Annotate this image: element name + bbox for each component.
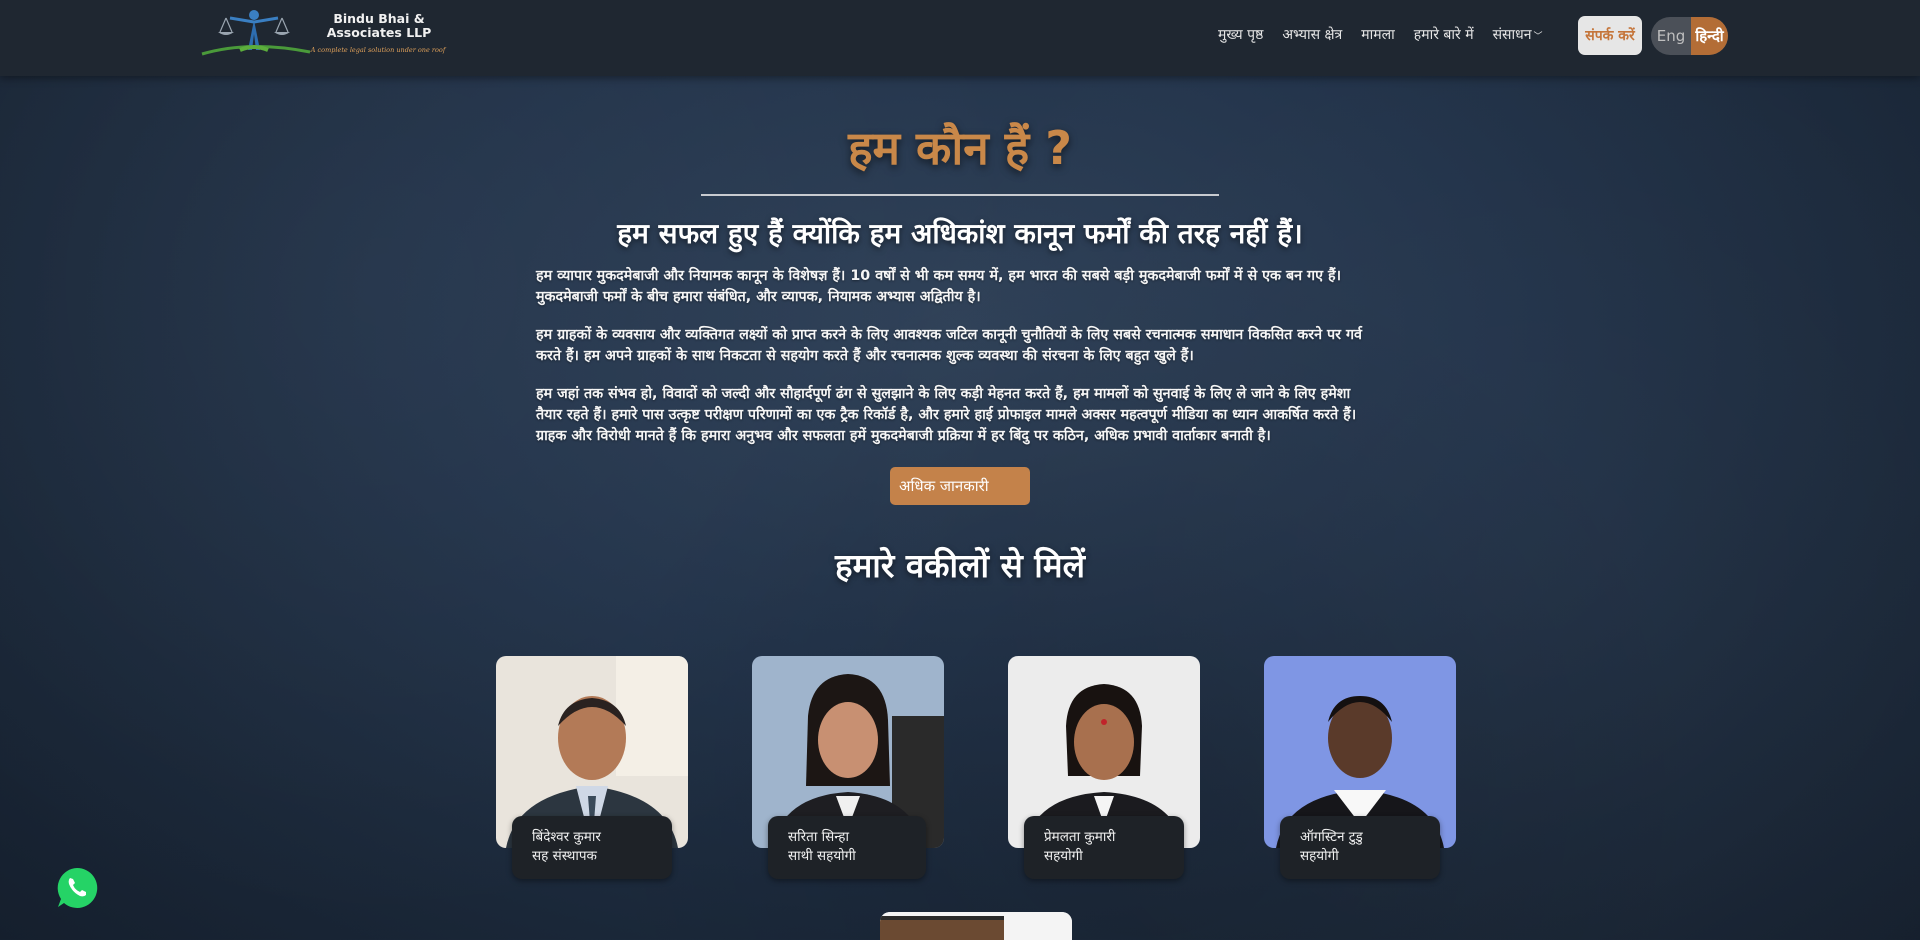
lawyer-name: ऑगस्टिन टुडु [1300, 829, 1363, 845]
about-subtitle: हम सफल हुए हैं क्योंकि हम अधिकांश कानून … [617, 217, 1303, 250]
about-paragraph-1: हम व्यापार मुकदमेबाजी और नियामक कानून के… [536, 268, 1342, 305]
lawyer-card-photo[interactable] [880, 912, 1072, 940]
lawyer-name: प्रेमलता कुमारी [1044, 829, 1116, 845]
lawyer-caption: ऑगस्टिन टुडु सहयोगी [1280, 816, 1440, 879]
lawyer-caption: बिंदेश्वर कुमार सह संस्थापक [512, 816, 672, 879]
nav-cases[interactable]: मामला [1361, 24, 1395, 48]
brand-tagline: A complete legal solution under one roof [310, 46, 446, 54]
lawyer-caption: प्रेमलता कुमारी सहयोगी [1024, 816, 1184, 879]
nav-menu: मुख्य पृष्ठ अभ्यास क्षेत्र मामला हमारे ब… [1218, 24, 1562, 48]
lawyer-photo [880, 912, 1072, 940]
lang-hindi-option[interactable]: हिन्दी [1691, 17, 1728, 55]
more-info-button[interactable]: अधिक जानकारी [890, 467, 1030, 505]
language-toggle[interactable]: Eng हिन्दी [1651, 17, 1728, 55]
top-navbar: Bindu Bhai & Associates LLP A complete l… [0, 0, 1920, 76]
lawyer-role: सहयोगी [1300, 848, 1339, 864]
nav-resources[interactable]: संसाधन ﹀ [1493, 24, 1543, 48]
lawyer-role: सह संस्थापक [532, 848, 597, 864]
lawyer-name: सरिता सिन्हा [788, 829, 849, 845]
lawyer-name: बिंदेश्वर कुमार [532, 829, 601, 845]
about-paragraph-3: हम जहां तक संभव हो, विवादों को जल्दी और … [536, 386, 1357, 444]
lang-english-option[interactable]: Eng [1651, 17, 1691, 55]
chevron-down-icon: ﹀ [1533, 32, 1543, 42]
lawyer-role: सहयोगी [1044, 848, 1083, 864]
nav-home[interactable]: मुख्य पृष्ठ [1218, 24, 1263, 48]
brand-name-line1: Bindu Bhai & [333, 11, 425, 26]
lawyer-caption: सरिता सिन्हा साथी सहयोगी [768, 816, 926, 879]
whatsapp-icon[interactable] [55, 866, 99, 910]
lawyer-role: साथी सहयोगी [788, 848, 856, 864]
about-title: हम कौन हैं ? [848, 121, 1072, 175]
brand-name-line2: Associates LLP [326, 25, 432, 40]
lawyers-section-title: हमारे वकीलों से मिलें [835, 546, 1085, 585]
contact-button[interactable]: संपर्क करें [1578, 16, 1642, 55]
nav-practice-areas[interactable]: अभ्यास क्षेत्र [1282, 24, 1342, 48]
brand-logo[interactable]: Bindu Bhai & Associates LLP A complete l… [200, 4, 446, 60]
nav-resources-label: संसाधन [1492, 27, 1532, 43]
title-divider [701, 194, 1219, 196]
nav-about-us[interactable]: हमारे बारे में [1414, 24, 1474, 48]
about-paragraph-2: हम ग्राहकों के व्यवसाय और व्यक्तिगत लक्ष… [536, 327, 1362, 364]
